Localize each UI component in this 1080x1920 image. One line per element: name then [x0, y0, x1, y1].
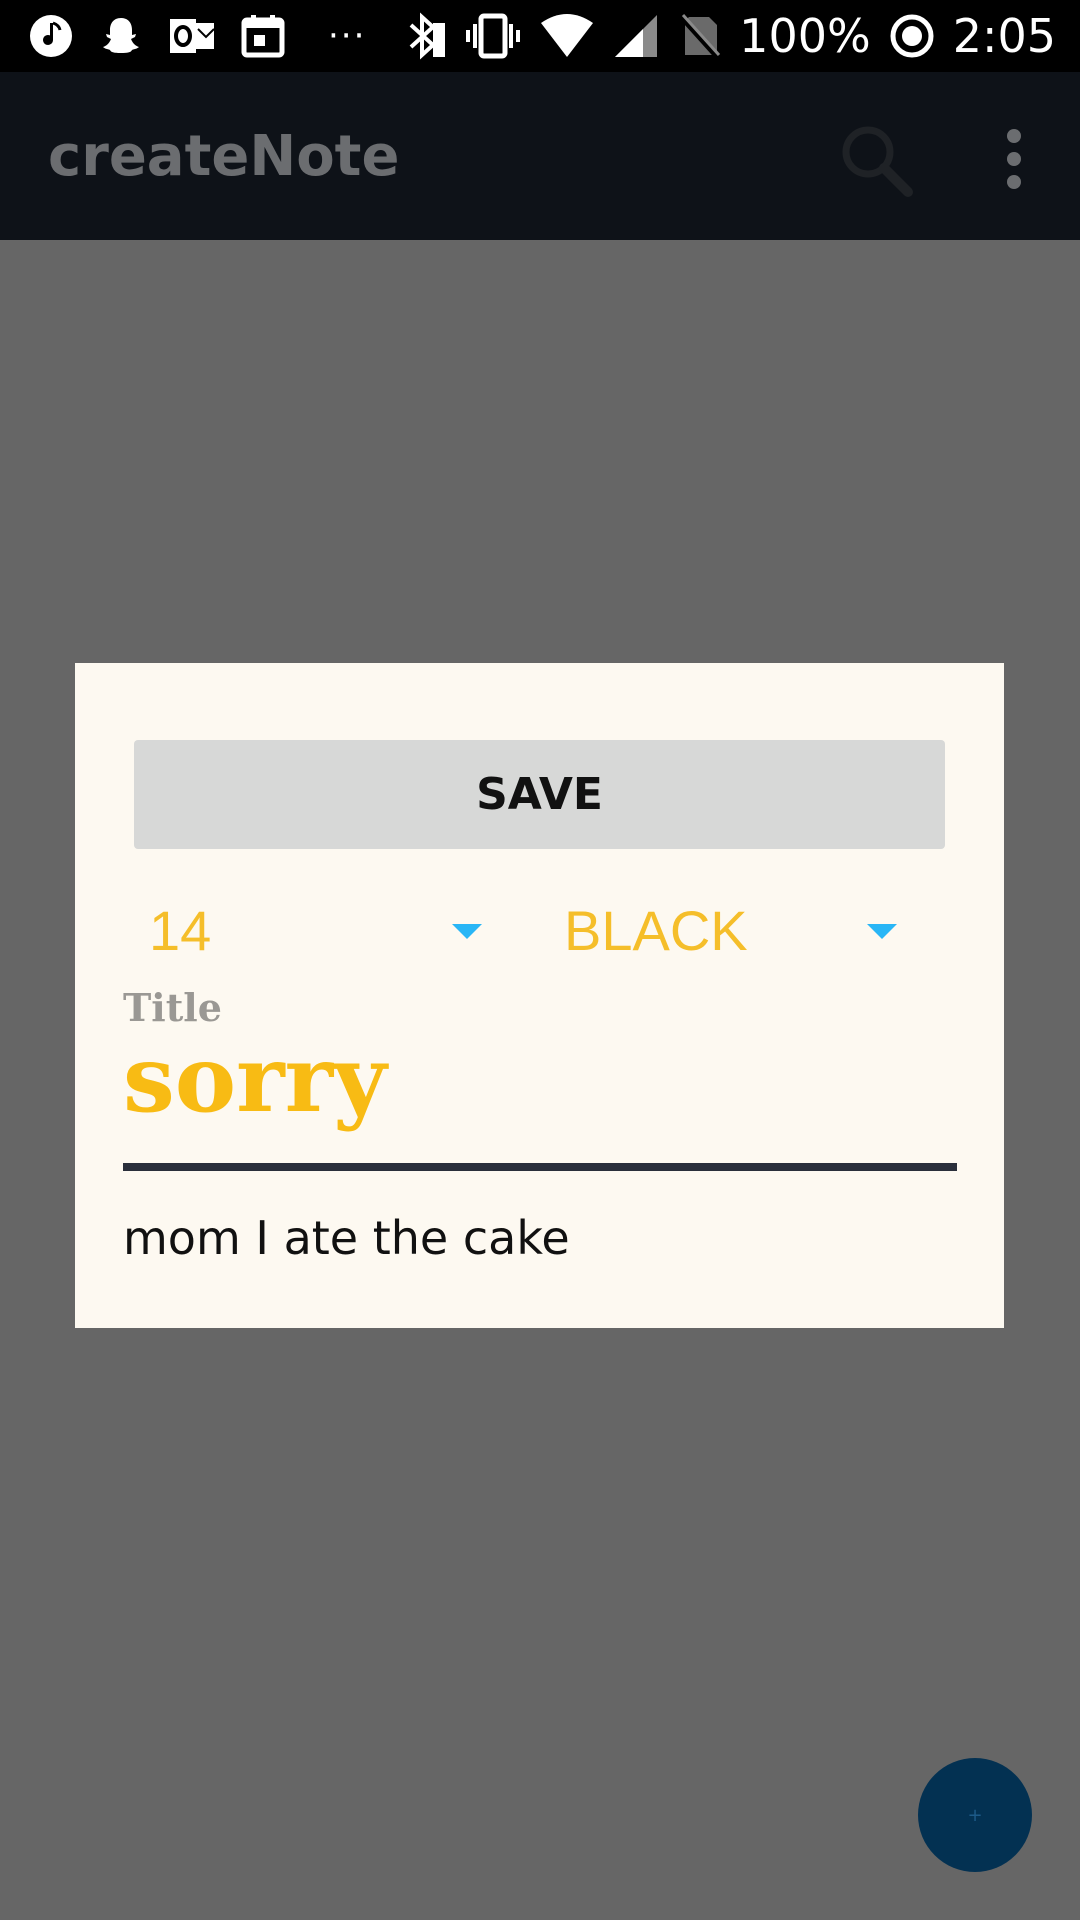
add-icon: + — [967, 1804, 983, 1826]
battery-percentage: 100% — [739, 9, 871, 63]
more-vert-icon — [1007, 129, 1021, 189]
status-bar: ··· 100% 2:05 — [0, 0, 1080, 72]
title-label: Title — [123, 985, 222, 1030]
search-icon — [842, 126, 913, 197]
sync-icon — [889, 13, 935, 59]
create-note-dialog: SAVE 14 BLACK Title sorry mom I ate the … — [75, 663, 1004, 1328]
snapchat-icon — [98, 13, 144, 59]
dropdown-arrow-icon — [452, 924, 482, 939]
more-notifications-indicator: ··· — [328, 16, 367, 56]
note-body-input[interactable]: mom I ate the cake — [123, 1211, 957, 1265]
search-button[interactable] — [838, 122, 914, 198]
no-sim-icon — [677, 13, 721, 59]
add-note-button[interactable]: + — [918, 1758, 1032, 1872]
calendar-icon — [240, 13, 286, 59]
title-input[interactable]: sorry — [123, 1031, 957, 1127]
notification-icons: ··· — [28, 12, 366, 60]
overflow-menu-button[interactable] — [990, 126, 1038, 194]
outlook-icon — [168, 13, 216, 59]
title-underline — [123, 1163, 957, 1171]
app-bar: createNote — [0, 72, 1080, 240]
font-size-spinner[interactable]: 14 — [75, 891, 505, 971]
system-icons: 100% 2:05 — [403, 0, 1056, 72]
color-spinner[interactable]: BLACK — [505, 891, 1004, 971]
save-button[interactable]: SAVE — [134, 740, 945, 849]
signal-icon — [613, 13, 659, 59]
clock: 2:05 — [952, 9, 1056, 63]
wifi-icon — [539, 13, 595, 59]
app-title: createNote — [48, 124, 400, 189]
dropdown-arrow-icon — [867, 924, 897, 939]
music-icon — [28, 13, 74, 59]
font-size-value: 14 — [149, 899, 212, 962]
bluetooth-icon — [403, 11, 447, 61]
color-value: BLACK — [564, 899, 748, 962]
vibrate-icon — [465, 11, 521, 61]
